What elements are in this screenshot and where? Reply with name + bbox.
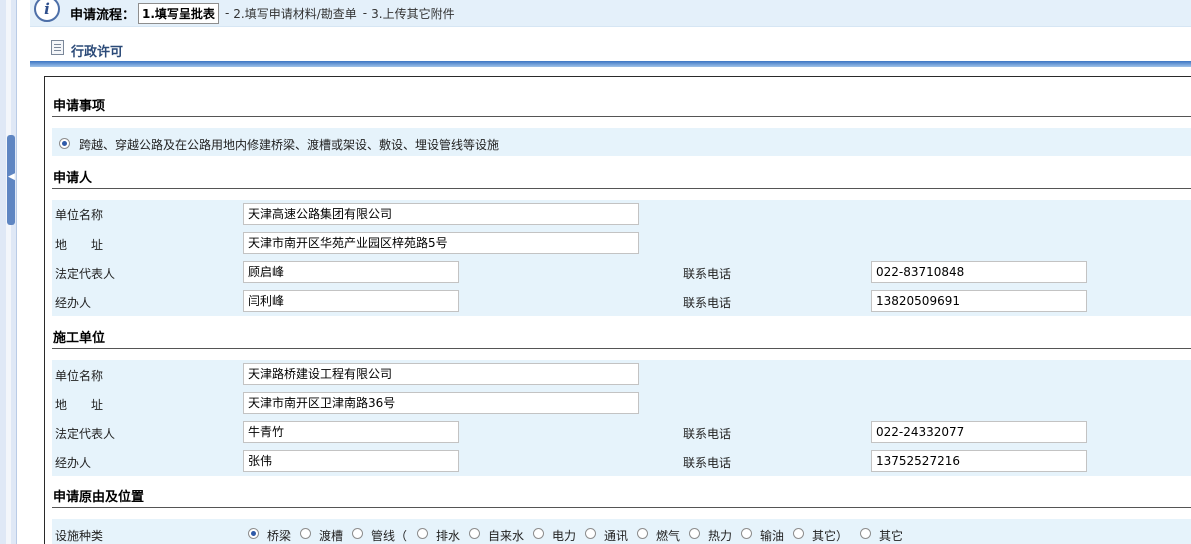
step-separator: - [362,6,368,20]
facility-option-label: 通讯 [604,529,629,543]
step-1-current[interactable]: 1.填写呈批表 [138,2,219,24]
contractor-agent-phone-label: 联系电话 [683,456,732,470]
facility-radio-bridge[interactable] [248,528,259,539]
application-item-label: 跨越、穿越公路及在公路用地内修建桥梁、渡槽或架设、敷设、埋设管线等设施 [79,138,500,152]
facility-radio-other[interactable] [860,528,871,539]
step-3-link[interactable]: 3.上传其它附件 [371,5,454,22]
section-reason-location: 申请原由及位置 [52,490,1191,508]
contractor-agent-field[interactable]: 张伟 [243,450,459,472]
applicant-rep-field[interactable]: 顾启峰 [243,261,459,283]
section-applicant: 申请人 [52,171,1191,189]
facility-radio-heating[interactable] [689,528,700,539]
facility-radio-drainage[interactable] [417,528,428,539]
step-separator: - [224,6,230,20]
facility-radio-pipeline-other[interactable] [793,528,804,539]
contractor-address-label: 地 址 [55,398,104,412]
facility-option-label: 输油 [760,529,785,543]
section-contractor: 施工单位 [52,331,1191,349]
applicant-unit-field[interactable]: 天津高速公路集团有限公司 [243,203,639,225]
gutter-track [6,0,11,544]
applicant-rep-phone-field[interactable]: 022-83710848 [871,261,1087,283]
facility-option-label: 燃气 [656,529,681,543]
contractor-agent-label: 经办人 [55,456,92,470]
facility-option-label: 管线（ [371,529,408,543]
contractor-rep-label: 法定代表人 [55,427,116,441]
facility-radio-telecom[interactable] [585,528,596,539]
collapse-arrow-icon[interactable]: ◀ [8,172,15,182]
applicant-unit-label: 单位名称 [55,208,104,222]
applicant-rep-phone-label: 联系电话 [683,267,732,281]
contractor-unit-label: 单位名称 [55,369,104,383]
facility-option-label: 渡槽 [319,529,344,543]
contractor-rep-field[interactable]: 牛青竹 [243,421,459,443]
process-title: 申请流程： [70,7,136,23]
page-title: 行政许可 [71,45,124,60]
facility-radio-pipeline[interactable] [352,528,363,539]
header-divider [30,61,1191,67]
facility-radio-gas[interactable] [637,528,648,539]
contractor-rep-phone-label: 联系电话 [683,427,732,441]
applicant-rep-label: 法定代表人 [55,267,116,281]
facility-radio-electric[interactable] [533,528,544,539]
info-icon: i [34,0,60,22]
contractor-agent-phone-field[interactable]: 13752527216 [871,450,1087,472]
facility-type-label: 设施种类 [55,529,104,543]
facility-radio-aqueduct[interactable] [300,528,311,539]
facility-option-label: 排水 [436,529,461,543]
facility-option-label: 其它） [812,529,849,543]
step-2-link[interactable]: 2.填写申请材料/勘查单 [233,5,357,22]
facility-option-label: 自来水 [488,529,525,543]
applicant-agent-field[interactable]: 闫利峰 [243,290,459,312]
applicant-agent-phone-field[interactable]: 13820509691 [871,290,1087,312]
document-icon [51,40,64,55]
contractor-rep-phone-field[interactable]: 022-24332077 [871,421,1087,443]
application-item-radio[interactable] [59,138,70,149]
process-step-bar: i 申请流程： 1.填写呈批表 - 2.填写申请材料/勘查单 - 3.上传其它附… [30,0,1191,27]
contractor-unit-field[interactable]: 天津路桥建设工程有限公司 [243,363,639,385]
page-header: 行政许可 [30,27,1191,61]
facility-option-label: 其它 [879,529,904,543]
contractor-address-field[interactable]: 天津市南开区卫津南路36号 [243,392,639,414]
left-gutter: ◀ [0,0,17,544]
applicant-agent-phone-label: 联系电话 [683,296,732,310]
applicant-address-label: 地 址 [55,238,104,252]
applicant-agent-label: 经办人 [55,296,92,310]
facility-radio-tap-water[interactable] [469,528,480,539]
applicant-address-field[interactable]: 天津市南开区华苑产业园区梓苑路5号 [243,232,639,254]
section-application-item: 申请事项 [52,99,1191,117]
facility-option-label: 电力 [552,529,577,543]
facility-radio-oil[interactable] [741,528,752,539]
facility-option-label: 热力 [708,529,733,543]
facility-option-label: 桥梁 [267,529,292,543]
